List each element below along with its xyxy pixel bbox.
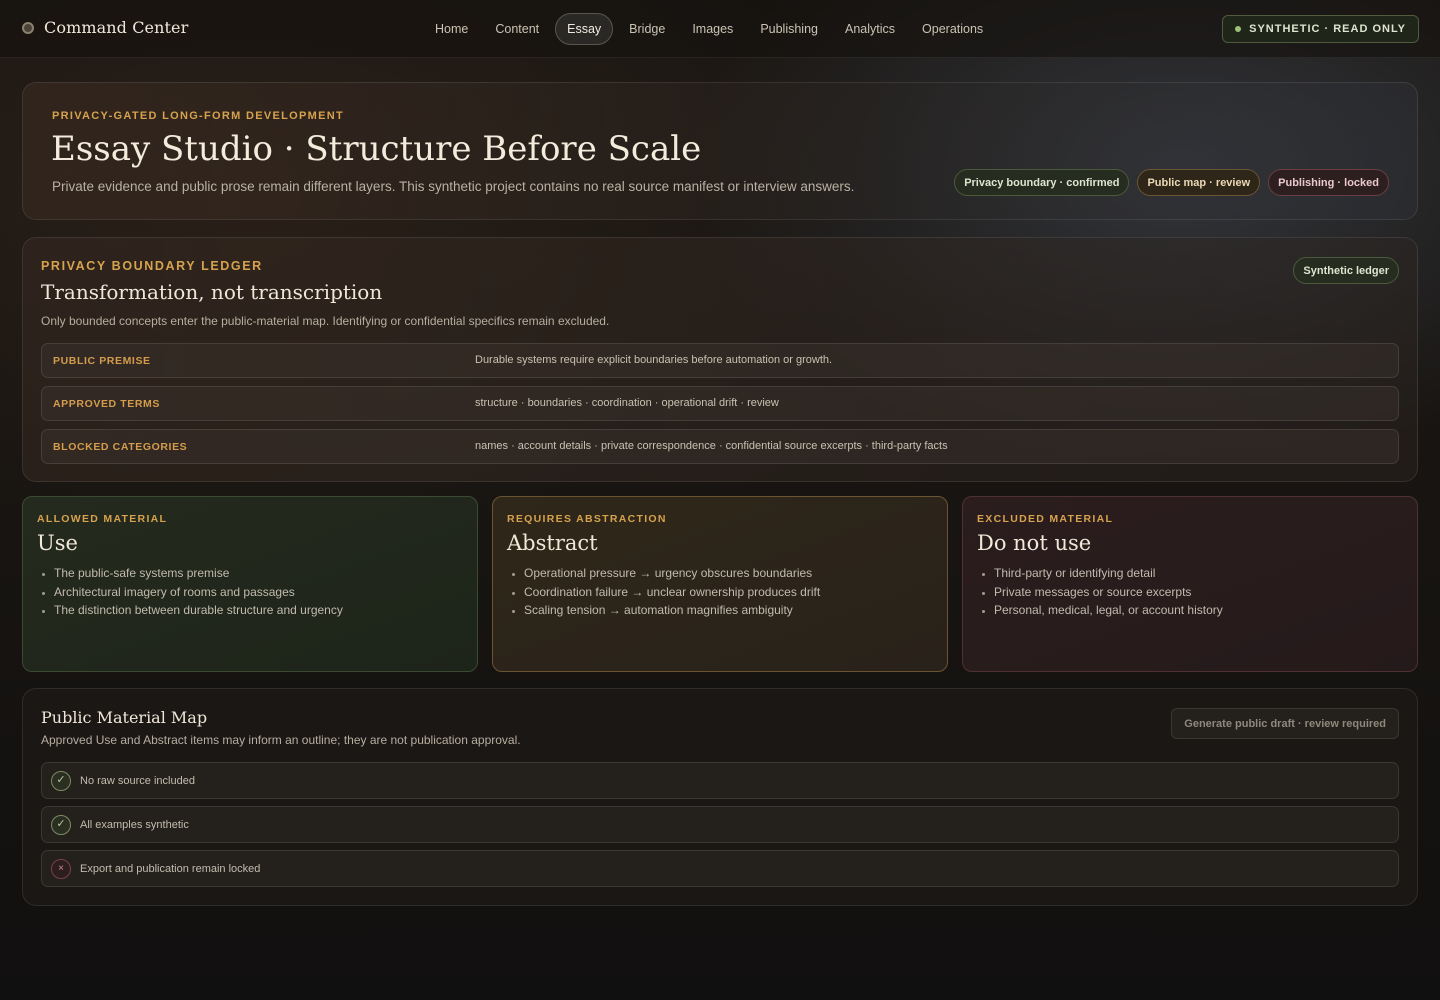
nav-images[interactable]: Images bbox=[681, 13, 744, 45]
card-eyebrow: REQUIRES ABSTRACTION bbox=[507, 513, 667, 525]
read-only-label: SYNTHETIC · READ ONLY bbox=[1249, 23, 1406, 35]
list-item: Architectural imagery of rooms and passa… bbox=[54, 583, 463, 602]
privacy-boundary-pill: Privacy boundary · confirmed bbox=[954, 169, 1130, 196]
checklist-item: ✓ No raw source included bbox=[41, 762, 1399, 799]
ledger-row-value: Durable systems require explicit boundar… bbox=[475, 354, 833, 366]
map-title: Public Material Map bbox=[41, 708, 208, 727]
list-item: Personal, medical, legal, or account his… bbox=[994, 601, 1403, 620]
generate-public-draft-button[interactable]: Generate public draft · review required bbox=[1171, 708, 1399, 739]
checklist: ✓ No raw source included ✓ All examples … bbox=[41, 762, 1399, 894]
card-eyebrow: ALLOWED MATERIAL bbox=[37, 513, 168, 525]
nav-analytics[interactable]: Analytics bbox=[834, 13, 906, 45]
ledger-row-blocked-categories: BLOCKED CATEGORIES names · account detai… bbox=[41, 429, 1399, 464]
ledger-row-approved-terms: APPROVED TERMS structure · boundaries · … bbox=[41, 386, 1399, 421]
nav-content[interactable]: Content bbox=[484, 13, 550, 45]
card-title: Do not use bbox=[977, 531, 1092, 555]
checklist-label: All examples synthetic bbox=[80, 818, 189, 831]
check-icon: ✓ bbox=[51, 814, 71, 835]
ledger-eyebrow: PRIVACY BOUNDARY LEDGER bbox=[41, 259, 263, 273]
status-pills: Privacy boundary · confirmed Public map … bbox=[954, 169, 1389, 196]
nav-publishing[interactable]: Publishing bbox=[749, 13, 829, 45]
nav-home[interactable]: Home bbox=[424, 13, 479, 45]
list-item: The public-safe systems premise bbox=[54, 564, 463, 583]
allowed-material-card: ALLOWED MATERIAL Use The public-safe sys… bbox=[22, 496, 478, 672]
checklist-item: ✓ All examples synthetic bbox=[41, 806, 1399, 843]
top-bar: Command Center Home Content Essay Bridge… bbox=[0, 0, 1440, 58]
list-item: Coordination failure → unclear ownership… bbox=[524, 583, 933, 602]
card-eyebrow: EXCLUDED MATERIAL bbox=[977, 513, 1114, 525]
nav-bridge[interactable]: Bridge bbox=[618, 13, 676, 45]
checklist-label: No raw source included bbox=[80, 774, 195, 787]
checklist-label: Export and publication remain locked bbox=[80, 862, 261, 875]
hero-eyebrow: PRIVACY-GATED LONG-FORM DEVELOPMENT bbox=[52, 110, 344, 122]
ledger-row-value: names · account details · private corres… bbox=[475, 440, 948, 452]
status-dot-icon bbox=[1235, 26, 1242, 32]
synthetic-ledger-badge: Synthetic ledger bbox=[1293, 257, 1399, 284]
brand-logo-icon bbox=[22, 21, 34, 34]
list-item: Private messages or source excerpts bbox=[994, 583, 1403, 602]
ledger-row-key: APPROVED TERMS bbox=[53, 398, 160, 410]
brand-name: Command Center bbox=[44, 18, 189, 37]
card-list: Operational pressure → urgency obscures … bbox=[507, 564, 933, 620]
ledger-row-key: PUBLIC PREMISE bbox=[53, 355, 151, 367]
ledger-subtitle: Only bounded concepts enter the public-m… bbox=[41, 314, 610, 328]
abstraction-card: REQUIRES ABSTRACTION Abstract Operationa… bbox=[492, 496, 948, 672]
ledger-row-key: BLOCKED CATEGORIES bbox=[53, 441, 188, 453]
read-only-badge: SYNTHETIC · READ ONLY bbox=[1222, 15, 1419, 43]
nav-essay[interactable]: Essay bbox=[555, 13, 614, 45]
x-icon: × bbox=[51, 858, 71, 879]
brand[interactable]: Command Center bbox=[22, 18, 188, 37]
list-item: Operational pressure → urgency obscures … bbox=[524, 564, 933, 583]
list-item: The distinction between durable structur… bbox=[54, 601, 463, 620]
list-item: Scaling tension → automation magnifies a… bbox=[524, 601, 933, 620]
nav-operations[interactable]: Operations bbox=[911, 13, 994, 45]
hero-panel: PRIVACY-GATED LONG-FORM DEVELOPMENT Essa… bbox=[22, 82, 1418, 220]
card-title: Use bbox=[37, 531, 78, 555]
card-title: Abstract bbox=[507, 531, 598, 555]
public-map-pill: Public map · review bbox=[1137, 169, 1261, 196]
publishing-pill: Publishing · locked bbox=[1268, 169, 1389, 196]
map-subtitle: Approved Use and Abstract items may info… bbox=[41, 733, 521, 747]
page-title: Essay Studio · Structure Before Scale bbox=[51, 129, 702, 169]
ledger-rows: PUBLIC PREMISE Durable systems require e… bbox=[41, 343, 1399, 472]
card-list: The public-safe systems premise Architec… bbox=[37, 564, 463, 620]
ledger-row-public-premise: PUBLIC PREMISE Durable systems require e… bbox=[41, 343, 1399, 378]
list-item: Third-party or identifying detail bbox=[994, 564, 1403, 583]
privacy-ledger-panel: PRIVACY BOUNDARY LEDGER Transformation, … bbox=[22, 237, 1418, 482]
checklist-item: × Export and publication remain locked bbox=[41, 850, 1399, 887]
hero-subtitle: Private evidence and public prose remain… bbox=[52, 179, 855, 194]
ledger-row-value: structure · boundaries · coordination · … bbox=[475, 397, 779, 409]
public-material-map-panel: Public Material Map Approved Use and Abs… bbox=[22, 688, 1418, 906]
ledger-title: Transformation, not transcription bbox=[41, 280, 383, 304]
excluded-material-card: EXCLUDED MATERIAL Do not use Third-party… bbox=[962, 496, 1418, 672]
card-list: Third-party or identifying detail Privat… bbox=[977, 564, 1403, 620]
main-nav: Home Content Essay Bridge Images Publish… bbox=[424, 13, 999, 45]
check-icon: ✓ bbox=[51, 770, 71, 791]
